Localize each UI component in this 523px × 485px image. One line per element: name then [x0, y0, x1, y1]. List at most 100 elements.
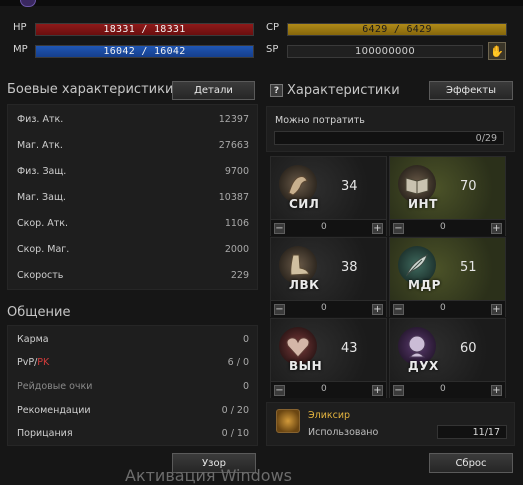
- pvp-label: PvP: [17, 356, 35, 368]
- stat-value: 1106: [224, 217, 249, 229]
- top-strip: [0, 0, 523, 6]
- stat-cell-con: ВЫН 43 − 0 +: [270, 318, 387, 398]
- elixir-label: Эликсир: [308, 410, 351, 421]
- stat-cell-str: СИЛ 34 − 0 +: [270, 156, 387, 236]
- stat-cell-men: ДУХ 60 − 0 +: [389, 318, 506, 398]
- stat-abbr: ЛВК: [289, 278, 320, 292]
- can-spend-value: 0/29: [274, 131, 504, 145]
- social-row: PvP/PK 6 / 0: [8, 351, 257, 373]
- sp-label: SP: [266, 44, 279, 55]
- stat-value: 12397: [218, 113, 249, 125]
- stat-label: Скор. Маг.: [17, 243, 70, 255]
- decrease-button[interactable]: −: [393, 385, 404, 396]
- stat-value: 27663: [218, 139, 249, 151]
- stat-cell-wit: МДР 51 − 0 +: [389, 237, 506, 317]
- elixir-panel: [266, 402, 515, 446]
- reset-button[interactable]: Сброс: [429, 453, 513, 473]
- stat-cell-dex: ЛВК 38 − 0 +: [270, 237, 387, 317]
- stat-abbr: ИНТ: [408, 197, 438, 211]
- windows-activation-watermark: Активация Windows: [125, 466, 292, 485]
- added-points: 0: [440, 222, 446, 232]
- mp-bar: 16042 / 16042: [35, 45, 254, 58]
- stat-label: Физ. Защ.: [17, 165, 67, 177]
- stat-value: 70: [460, 179, 477, 194]
- stat-value: 38: [341, 260, 358, 275]
- points-panel: [266, 106, 515, 152]
- social-label: Порицания: [17, 427, 73, 439]
- increase-button[interactable]: +: [491, 304, 502, 315]
- social-title: Общение: [7, 305, 71, 320]
- social-label: Рейдовые очки: [17, 380, 93, 392]
- combat-row: Скор. Маг. 2000: [8, 238, 257, 260]
- cp-bar: 6429 / 6429: [287, 23, 507, 36]
- stat-label: Скорость: [17, 269, 64, 281]
- pk-label: PK: [37, 356, 50, 368]
- social-label: Рекомендации: [17, 404, 91, 416]
- decrease-button[interactable]: −: [393, 223, 404, 234]
- combat-row: Маг. Атк. 27663: [8, 134, 257, 156]
- combat-title: Боевые характеристики: [7, 82, 174, 97]
- stat-label: Физ. Атк.: [17, 113, 64, 125]
- decrease-button[interactable]: −: [274, 304, 285, 315]
- details-button[interactable]: Детали: [172, 81, 255, 100]
- added-points: 0: [321, 222, 327, 232]
- social-value: 0: [242, 333, 249, 345]
- social-row: Порицания 0 / 10: [8, 422, 257, 444]
- sp-value: 100000000: [287, 45, 483, 58]
- combat-row: Физ. Атк. 12397: [8, 108, 257, 130]
- stats-title: Характеристики: [287, 83, 400, 98]
- decrease-button[interactable]: −: [274, 223, 285, 234]
- help-icon[interactable]: ?: [270, 84, 283, 97]
- stat-value: 34: [341, 179, 358, 194]
- social-row: Рекомендации 0 / 20: [8, 399, 257, 421]
- stat-label: Маг. Защ.: [17, 191, 66, 203]
- stat-label: Скор. Атк.: [17, 217, 69, 229]
- social-row: Карма 0: [8, 328, 257, 350]
- mp-label: MP: [13, 44, 28, 55]
- added-points: 0: [440, 303, 446, 313]
- stat-value: 10387: [218, 191, 249, 203]
- decrease-button[interactable]: −: [393, 304, 404, 315]
- stat-abbr: ВЫН: [289, 359, 323, 373]
- cp-label: CP: [266, 22, 280, 33]
- stat-value: 9700: [224, 165, 249, 177]
- hand-coin-icon: ✋: [490, 44, 504, 58]
- decrease-button[interactable]: −: [274, 385, 285, 396]
- combat-row: Физ. Защ. 9700: [8, 160, 257, 182]
- combat-row: Скорость 229: [8, 264, 257, 286]
- increase-button[interactable]: +: [372, 223, 383, 234]
- stat-value: 229: [230, 269, 249, 281]
- stat-value: 51: [460, 260, 477, 275]
- hp-label: HP: [13, 22, 27, 33]
- sp-action-button[interactable]: ✋: [488, 42, 506, 60]
- social-value: 0 / 10: [221, 427, 249, 439]
- social-value: 0: [242, 380, 249, 392]
- increase-button[interactable]: +: [372, 385, 383, 396]
- social-panel: Карма 0 PvP/PK 6 / 0 Рейдовые очки 0 Реком…: [7, 325, 258, 446]
- stat-label: Маг. Атк.: [17, 139, 63, 151]
- stat-value: 60: [460, 341, 477, 356]
- combat-panel: Физ. Атк. 12397 Маг. Атк. 27663 Физ. Защ. 9…: [7, 104, 258, 290]
- social-value: 6 / 0: [227, 356, 249, 368]
- combat-row: Скор. Атк. 1106: [8, 212, 257, 234]
- social-label: Карма: [17, 333, 49, 345]
- stat-abbr: СИЛ: [289, 197, 320, 211]
- hp-bar: 18331 / 18331: [35, 23, 254, 36]
- stat-value: 43: [341, 341, 358, 356]
- effects-button[interactable]: Эффекты: [429, 81, 513, 100]
- increase-button[interactable]: +: [372, 304, 383, 315]
- increase-button[interactable]: +: [491, 385, 502, 396]
- social-value: 0 / 20: [221, 404, 249, 416]
- stat-abbr: ДУХ: [408, 359, 439, 373]
- stat-value: 2000: [224, 243, 249, 255]
- added-points: 0: [321, 303, 327, 313]
- can-spend-label: Можно потратить: [275, 115, 365, 126]
- elixir-used-label: Использовано: [308, 427, 379, 438]
- increase-button[interactable]: +: [491, 223, 502, 234]
- combat-row: Маг. Защ. 10387: [8, 186, 257, 208]
- stat-cell-int: ИНТ 70 − 0 +: [389, 156, 506, 236]
- elixir-icon: [276, 409, 300, 433]
- stat-abbr: МДР: [408, 278, 441, 292]
- pvp-pk-label: PvP/PK: [17, 357, 49, 368]
- social-row: Рейдовые очки 0: [8, 375, 257, 397]
